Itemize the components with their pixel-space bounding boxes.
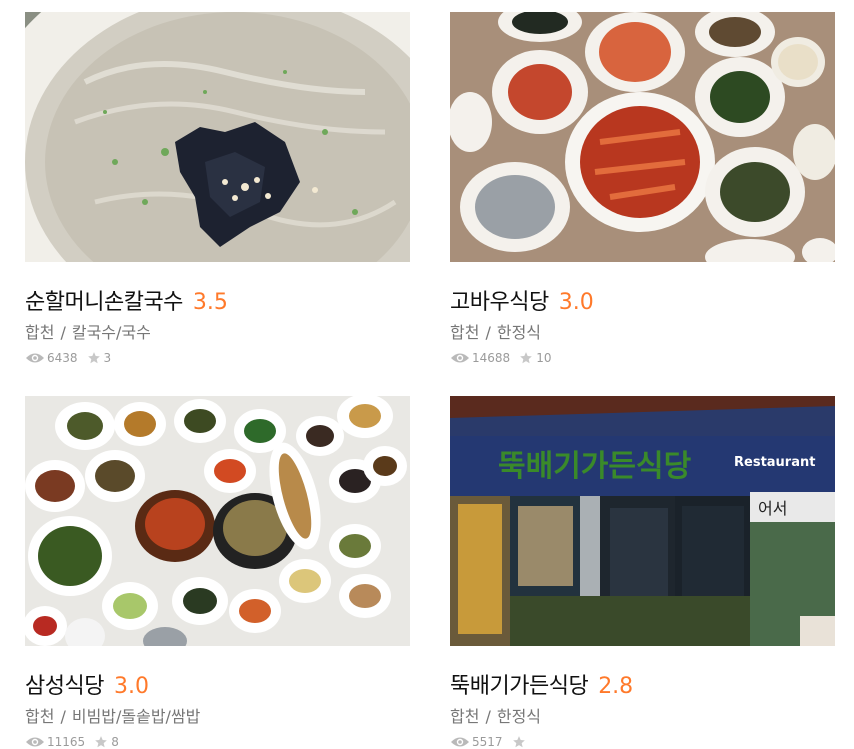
restaurant-photo[interactable]	[450, 12, 835, 262]
view-count: 14688	[472, 351, 511, 365]
category-label: 한정식	[496, 323, 542, 342]
restaurant-stats: 14688 10	[450, 351, 835, 365]
meta-separator: /	[485, 707, 491, 726]
noodle-soup-image	[25, 12, 410, 262]
region-label: 합천	[450, 323, 480, 342]
restaurant-card[interactable]: 뚝배기가든식당 Restaurant 어서 뚝배기가든식당 2.8 합천 / 한정식…	[450, 396, 835, 749]
rating-score: 3.0	[558, 290, 594, 315]
region-label: 합천	[25, 707, 55, 726]
view-count: 6438	[47, 351, 78, 365]
restaurant-name[interactable]: 삼성식당	[25, 668, 104, 700]
meta-separator: /	[485, 323, 491, 342]
sign-side-text: 어서	[758, 499, 787, 518]
star-icon	[520, 352, 533, 364]
table-spread-image	[25, 396, 410, 646]
star-icon	[87, 352, 100, 364]
eye-icon	[26, 353, 44, 363]
sign-sub-text: Restaurant	[734, 455, 815, 470]
restaurant-card[interactable]: 삼성식당 3.0 합천 / 비빔밥/돌솥밥/쌈밥 11165 8	[25, 396, 410, 749]
category-label: 비빔밥/돌솥밥/쌈밥	[71, 707, 201, 726]
category-label: 한정식	[496, 707, 542, 726]
restaurant-stats: 6438 3	[25, 351, 410, 365]
rating-score: 3.5	[192, 290, 228, 315]
meta-separator: /	[60, 323, 66, 342]
review-count: 10	[536, 351, 552, 365]
restaurant-photo[interactable]: 뚝배기가든식당 Restaurant 어서	[450, 396, 835, 646]
restaurant-meta: 합천 / 비빔밥/돌솥밥/쌈밥	[25, 703, 410, 727]
restaurant-meta: 합천 / 한정식	[450, 703, 835, 727]
restaurant-meta: 합천 / 칼국수/국수	[25, 319, 410, 343]
restaurant-meta: 합천 / 한정식	[450, 319, 835, 343]
category-label: 칼국수/국수	[71, 323, 151, 342]
review-count: 3	[103, 351, 112, 365]
rating-score: 2.8	[598, 674, 634, 699]
restaurant-storefront-image: 뚝배기가든식당 Restaurant 어서	[450, 396, 835, 646]
eye-icon	[451, 353, 469, 363]
restaurant-photo[interactable]	[25, 396, 410, 646]
region-label: 합천	[450, 707, 480, 726]
restaurant-name[interactable]: 순할머니손칼국수	[25, 284, 183, 316]
restaurant-photo[interactable]	[25, 12, 410, 262]
restaurant-card[interactable]: 고바우식당 3.0 합천 / 한정식 14688 10	[450, 12, 835, 365]
rating-score: 3.0	[113, 674, 149, 699]
restaurant-name[interactable]: 뚝배기가든식당	[450, 668, 589, 700]
sign-main-text: 뚝배기가든식당	[498, 449, 692, 484]
banchan-table-image	[450, 12, 835, 262]
meta-separator: /	[60, 707, 66, 726]
restaurant-name[interactable]: 고바우식당	[450, 284, 549, 316]
region-label: 합천	[25, 323, 55, 342]
restaurant-card[interactable]: 순할머니손칼국수 3.5 합천 / 칼국수/국수 6438 3	[25, 12, 410, 365]
